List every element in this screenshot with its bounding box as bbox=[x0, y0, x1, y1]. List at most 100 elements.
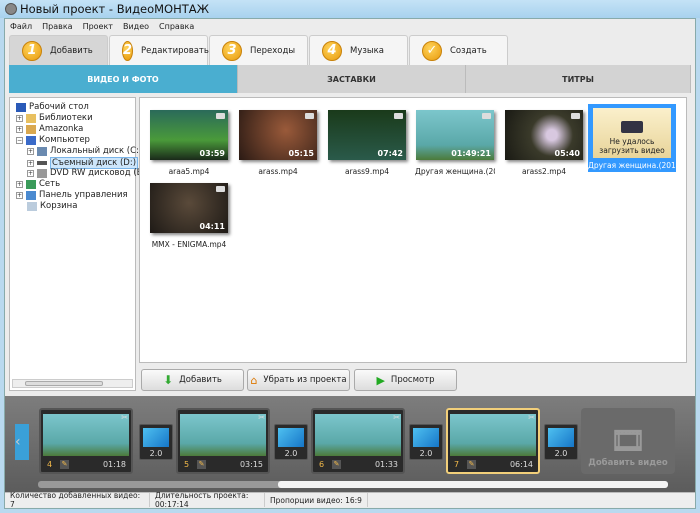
menu-file[interactable]: Файл bbox=[10, 22, 32, 31]
transition-preview bbox=[143, 428, 169, 447]
expand-icon[interactable]: + bbox=[16, 125, 23, 133]
tree-label: Панель управления bbox=[39, 190, 128, 200]
clip-number: 4 bbox=[47, 460, 53, 469]
clip-preview bbox=[450, 414, 536, 456]
app-icon bbox=[5, 3, 17, 15]
tree-label: Amazonka bbox=[39, 124, 84, 134]
transition[interactable]: 2.0 bbox=[409, 424, 443, 460]
file-thumbnail[interactable]: 05:40 arass2.mp4 bbox=[504, 110, 584, 176]
scissors-icon[interactable]: ✂ bbox=[393, 413, 400, 422]
timeline-clip-selected[interactable]: ✂ 7 ✎ 06:14 bbox=[446, 408, 540, 474]
file-grid: 03:59 araa5.mp4 05:15 arass.mp4 07:42 arass… bbox=[139, 97, 687, 363]
menu-video[interactable]: Видео bbox=[123, 22, 149, 31]
file-thumbnail[interactable]: 07:42 arass9.mp4 bbox=[327, 110, 407, 176]
step-tab-add[interactable]: 1 Добавить bbox=[9, 35, 108, 65]
file-thumbnail[interactable]: 05:15 arass.mp4 bbox=[238, 110, 318, 176]
scissors-icon[interactable]: ✂ bbox=[528, 413, 535, 422]
tree-label: Компьютер bbox=[39, 135, 90, 145]
step-tab-create[interactable]: ✓ Создать bbox=[409, 35, 508, 65]
timeline: ‹ ✂ 4 ✎ 01:18 2.0 ✂ 5 ✎ 03:15 2.0 ✂ 6 ✎ 01:33 2.0… bbox=[5, 396, 695, 492]
expand-icon[interactable]: + bbox=[16, 180, 23, 188]
transition[interactable]: 2.0 bbox=[544, 424, 578, 460]
video-preview: 03:59 bbox=[150, 110, 228, 160]
edit-pencil-icon[interactable]: ✎ bbox=[60, 460, 69, 469]
camera-icon bbox=[394, 113, 403, 119]
edit-pencil-icon[interactable]: ✎ bbox=[197, 460, 206, 469]
tree-label: Рабочий стол bbox=[29, 102, 89, 112]
tree-label: Корзина bbox=[40, 201, 78, 211]
tree-item-control-panel[interactable]: + Панель управления bbox=[16, 190, 128, 200]
timeline-scrollbar[interactable] bbox=[38, 481, 668, 488]
transition[interactable]: 2.0 bbox=[139, 424, 173, 460]
edit-pencil-icon[interactable]: ✎ bbox=[332, 460, 341, 469]
tree-item-drive-c[interactable]: + Локальный диск (C:) bbox=[27, 146, 142, 156]
expand-icon[interactable]: + bbox=[27, 147, 34, 155]
add-button[interactable]: ⬇ Добавить bbox=[141, 369, 244, 391]
subtab-intros[interactable]: ЗАСТАВКИ bbox=[238, 65, 466, 93]
file-name: araa5.mp4 bbox=[168, 167, 210, 176]
add-video-button[interactable]: 🎞 Добавить видео bbox=[581, 408, 675, 474]
subtab-titles[interactable]: ТИТРЫ bbox=[466, 65, 691, 93]
file-name: Другая женщина.(2014... bbox=[588, 161, 676, 170]
transition-duration: 2.0 bbox=[554, 449, 568, 458]
expand-icon[interactable]: + bbox=[27, 169, 34, 177]
tree-horizontal-scrollbar[interactable] bbox=[12, 379, 133, 388]
step-tab-edit[interactable]: 2 Редактировать bbox=[109, 35, 209, 65]
scissors-icon[interactable]: ✂ bbox=[121, 413, 128, 422]
edit-pencil-icon[interactable]: ✎ bbox=[467, 460, 476, 469]
tree-item-user[interactable]: + Amazonka bbox=[16, 124, 83, 134]
video-preview: 07:42 bbox=[328, 110, 406, 160]
step-tab-music[interactable]: 4 Музыка bbox=[309, 35, 408, 65]
tree-item-recycle-bin[interactable]: Корзина bbox=[27, 201, 77, 211]
tree-item-drive-e[interactable]: + DVD RW дисковод (E:) bbox=[27, 168, 148, 178]
transition[interactable]: 2.0 bbox=[274, 424, 308, 460]
preview-button[interactable]: ▶ Просмотр bbox=[354, 369, 457, 391]
tree-item-network[interactable]: + Сеть bbox=[16, 179, 60, 189]
file-thumbnail-selected[interactable]: Не удалось загрузить видео Другая женщина… bbox=[588, 104, 676, 172]
step-tab-transitions[interactable]: 3 Переходы bbox=[209, 35, 308, 65]
file-thumbnail[interactable]: 04:11 MMX - ENIGMA.mp4 bbox=[149, 183, 229, 249]
transition-preview bbox=[278, 428, 304, 447]
window-title: Новый проект - ВидеоМОНТАЖ bbox=[20, 2, 210, 16]
scissors-icon[interactable]: ✂ bbox=[258, 413, 265, 422]
step-number-icon: 2 bbox=[122, 40, 134, 61]
scrollbar-thumb[interactable] bbox=[25, 381, 103, 386]
file-name: arass.mp4 bbox=[258, 167, 298, 176]
timeline-clip[interactable]: ✂ 6 ✎ 01:33 bbox=[311, 408, 405, 474]
expand-icon[interactable]: + bbox=[16, 191, 23, 199]
expand-icon[interactable]: + bbox=[16, 114, 23, 122]
step-label: Создать bbox=[450, 45, 487, 56]
remove-from-project-button[interactable]: ⌂ Убрать из проекта bbox=[247, 369, 350, 391]
folder-icon bbox=[26, 113, 36, 123]
duration: 07:42 bbox=[377, 149, 403, 158]
timeline-clip[interactable]: ✂ 5 ✎ 03:15 bbox=[176, 408, 270, 474]
file-thumbnail[interactable]: 01:49:21 Другая женщина.(2014).... bbox=[415, 110, 495, 176]
menu-edit[interactable]: Правка bbox=[42, 22, 72, 31]
camera-icon bbox=[216, 113, 225, 119]
expand-icon[interactable]: + bbox=[27, 159, 34, 167]
button-label: Добавить bbox=[179, 375, 222, 385]
camera-icon bbox=[305, 113, 314, 119]
step-label: Добавить bbox=[50, 45, 93, 56]
clip-number: 5 bbox=[184, 460, 190, 469]
scroll-left-icon[interactable]: ‹ bbox=[15, 424, 29, 460]
clip-duration: 01:33 bbox=[374, 460, 398, 469]
tree-item-libraries[interactable]: + Библиотеки bbox=[16, 113, 93, 123]
file-thumbnail[interactable]: 03:59 araa5.mp4 bbox=[149, 110, 229, 176]
file-name: arass9.mp4 bbox=[344, 167, 390, 176]
arrow-down-icon: ⬇ bbox=[163, 373, 174, 387]
tree-item-desktop[interactable]: Рабочий стол bbox=[16, 102, 89, 112]
status-aspect-ratio: Пропорции видео: 16:9 bbox=[265, 493, 368, 507]
step-label: Музыка bbox=[350, 45, 384, 56]
step-number-icon: 4 bbox=[322, 40, 342, 61]
tree-item-computer[interactable]: − Компьютер bbox=[16, 135, 90, 145]
subtab-video-photo[interactable]: ВИДЕО И ФОТО bbox=[9, 65, 238, 93]
duration: 04:11 bbox=[199, 222, 225, 231]
video-load-error: Не удалось загрузить видео bbox=[593, 108, 671, 158]
menu-project[interactable]: Проект bbox=[83, 22, 113, 31]
menu-help[interactable]: Справка bbox=[159, 22, 194, 31]
file-name: arass2.mp4 bbox=[521, 167, 567, 176]
timeline-clip[interactable]: ✂ 4 ✎ 01:18 bbox=[39, 408, 133, 474]
collapse-icon[interactable]: − bbox=[16, 136, 23, 144]
scrollbar-thumb[interactable] bbox=[278, 481, 668, 488]
